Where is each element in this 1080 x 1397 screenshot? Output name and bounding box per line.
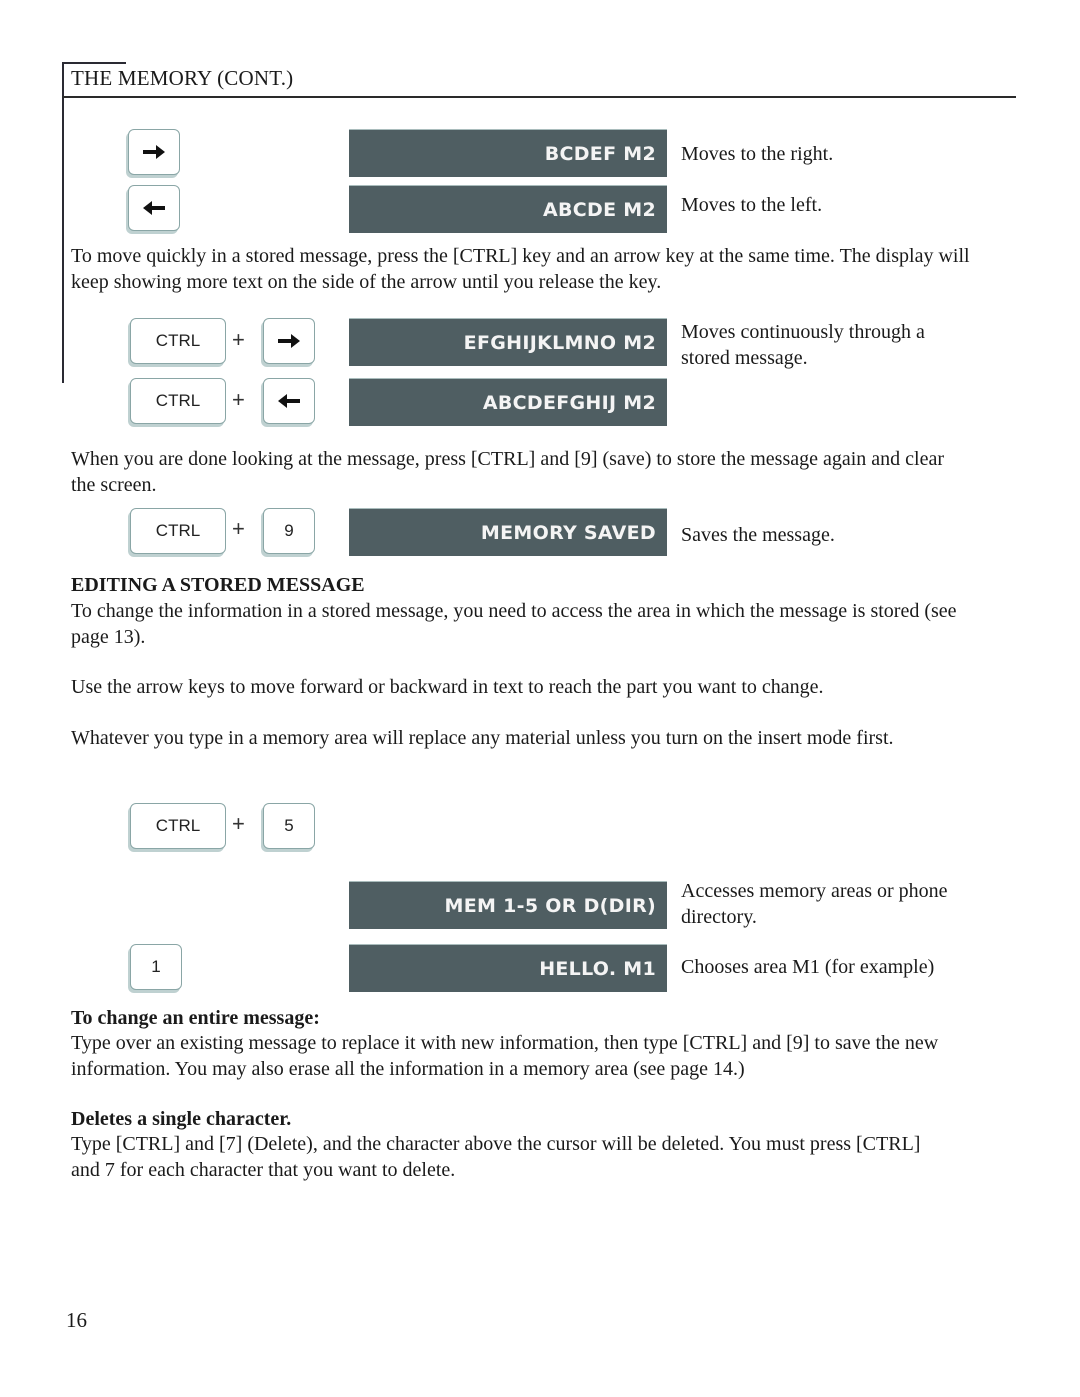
left-arrow-icon — [278, 394, 300, 408]
row-description: Moves to the right. — [681, 143, 834, 165]
subheading-delete-single: Deletes a single character. — [71, 1108, 292, 1130]
row-description: Moves continuously through a stored mess… — [681, 321, 925, 369]
ctrl-key[interactable]: CTRL — [130, 378, 226, 424]
page-number: 16 — [66, 1308, 87, 1332]
display-readout: BCDEF M2 — [349, 129, 667, 177]
plus-sign: + — [232, 387, 245, 412]
plus-sign: + — [232, 516, 245, 541]
row-description: Saves the message. — [681, 524, 835, 546]
left-arrow-icon — [143, 201, 165, 215]
row-description: Accesses memory areas or phone directory… — [681, 880, 948, 928]
display-readout: EFGHIJKLMNO M2 — [349, 318, 667, 366]
plus-sign: + — [232, 811, 245, 836]
subheading-change-entire: To change an entire message: — [71, 1007, 320, 1029]
display-readout: HELLO. M1 — [349, 944, 667, 992]
section-heading-editing: EDITING A STORED MESSAGE — [71, 574, 365, 596]
right-arrow-key[interactable] — [128, 129, 180, 175]
ctrl-key[interactable]: CTRL — [130, 803, 226, 849]
row-description: Chooses area M1 (for example) — [681, 956, 935, 978]
paragraph-save: When you are done looking at the message… — [71, 448, 945, 496]
frame-left-line — [62, 62, 64, 383]
right-arrow-icon — [278, 334, 300, 348]
display-readout: ABCDE M2 — [349, 185, 667, 233]
right-arrow-icon — [143, 145, 165, 159]
left-arrow-key[interactable] — [263, 378, 315, 424]
header-rule — [62, 96, 1016, 98]
plus-sign: + — [232, 327, 245, 352]
left-arrow-key[interactable] — [128, 185, 180, 231]
page-header-title: THE MEMORY (CONT.) — [71, 66, 294, 90]
display-readout: ABCDEFGHIJ M2 — [349, 378, 667, 426]
paragraph-editing-1: To change the information in a stored me… — [71, 600, 957, 648]
right-arrow-key[interactable] — [263, 318, 315, 364]
paragraph-editing-2: Use the arrow keys to move forward or ba… — [71, 676, 824, 698]
paragraph-change-entire: Type over an existing message to replace… — [71, 1032, 939, 1080]
nine-key[interactable]: 9 — [263, 508, 315, 554]
ctrl-key[interactable]: CTRL — [130, 318, 226, 364]
ctrl-key[interactable]: CTRL — [130, 508, 226, 554]
display-readout: MEM 1-5 OR D(DIR) — [349, 881, 667, 929]
paragraph-ctrl-arrow: To move quickly in a stored message, pre… — [71, 245, 970, 293]
one-key[interactable]: 1 — [130, 944, 182, 990]
frame-corner-line — [62, 62, 126, 64]
display-readout: MEMORY SAVED — [349, 508, 667, 556]
paragraph-delete-single: Type [CTRL] and [7] (Delete), and the ch… — [71, 1133, 921, 1181]
row-description: Moves to the left. — [681, 194, 823, 216]
paragraph-editing-3: Whatever you type in a memory area will … — [71, 727, 894, 749]
five-key[interactable]: 5 — [263, 803, 315, 849]
